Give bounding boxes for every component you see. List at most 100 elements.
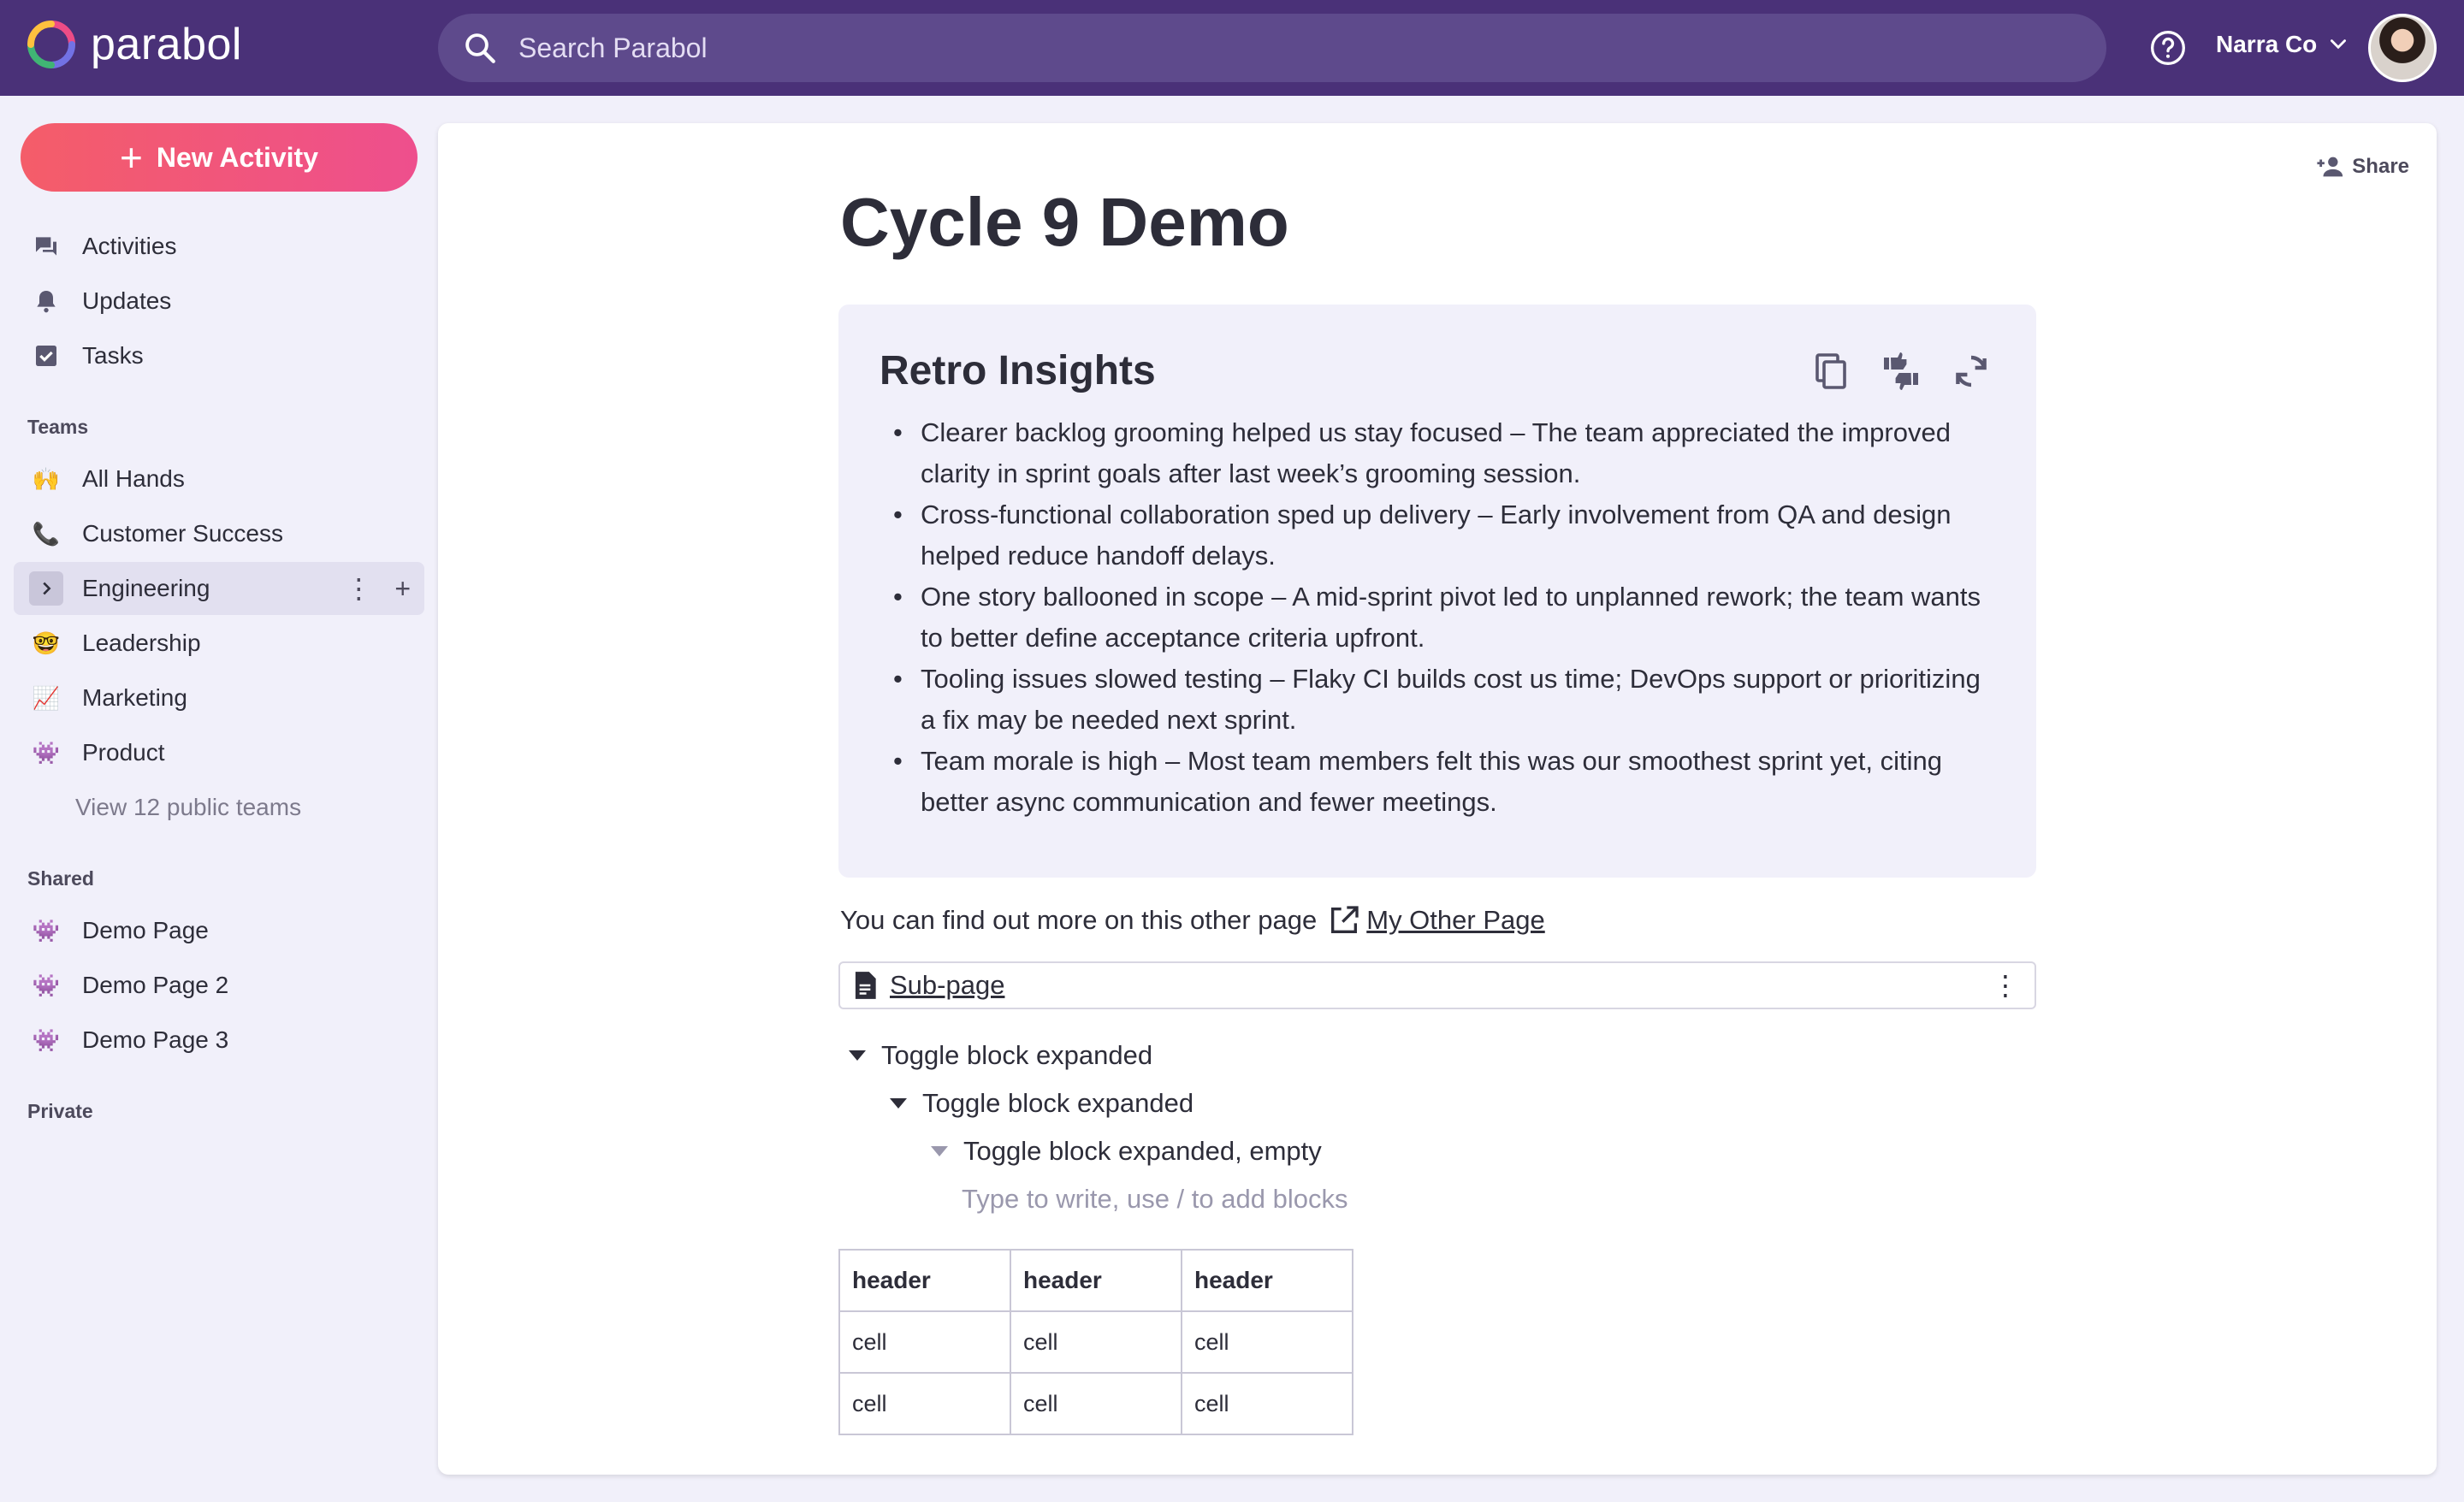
sidebar-item-updates[interactable]: Updates xyxy=(14,275,424,328)
retro-insights-block: Retro Insights Clearer backlog grooming … xyxy=(838,305,2036,878)
chart-increasing-icon: 📈 xyxy=(32,685,61,711)
subpage-block[interactable]: Sub-page ⋮ xyxy=(838,961,2036,1009)
sidebar-item-customer-success[interactable]: 📞 Customer Success xyxy=(14,507,424,560)
toggle-block[interactable]: Toggle block expanded xyxy=(890,1088,1194,1119)
brand-logo[interactable]: parabol xyxy=(26,19,242,70)
table-cell[interactable]: cell xyxy=(1181,1310,1353,1374)
sidebar-item-label: All Hands xyxy=(82,465,185,492)
list-item: Team morale is high – Most team members … xyxy=(893,741,1999,823)
sidebar-item-product[interactable]: 👾 Product xyxy=(14,726,424,779)
raised-hands-icon: 🙌 xyxy=(32,466,61,492)
toggle-block[interactable]: Toggle block expanded, empty xyxy=(931,1136,1322,1167)
new-activity-button[interactable]: + New Activity xyxy=(21,123,418,192)
add-icon[interactable]: + xyxy=(394,573,411,605)
new-activity-label: New Activity xyxy=(156,141,318,173)
private-section-label: Private xyxy=(27,1100,93,1122)
sidebar-item-leadership[interactable]: 🤓 Leadership xyxy=(14,617,424,670)
table-cell[interactable]: cell xyxy=(1010,1310,1182,1374)
document-icon xyxy=(855,972,876,999)
table-row: cell cell cell xyxy=(838,1310,1353,1374)
toggle-block[interactable]: Toggle block expanded xyxy=(849,1040,1152,1071)
search-bar[interactable] xyxy=(438,14,2106,82)
more-options-icon[interactable]: ⋮ xyxy=(345,572,372,605)
bell-icon xyxy=(37,291,56,313)
list-item: Cross-functional collaboration sped up d… xyxy=(893,494,1999,577)
table-header-cell[interactable]: header xyxy=(838,1249,1011,1312)
refresh-icon[interactable] xyxy=(1951,351,1992,392)
sidebar-item-demo-page[interactable]: 👾 Demo Page xyxy=(14,904,424,957)
block-placeholder[interactable]: Type to write, use / to add blocks xyxy=(962,1184,1348,1215)
copy-icon[interactable] xyxy=(1810,351,1851,392)
chevron-right-icon[interactable] xyxy=(29,571,63,606)
sidebar-item-label: Demo Page xyxy=(82,917,209,943)
user-avatar[interactable] xyxy=(2368,14,2437,82)
sidebar-item-label: Activities xyxy=(82,233,177,259)
page-title[interactable]: Cycle 9 Demo xyxy=(840,183,1289,262)
alien-monster-icon: 👾 xyxy=(32,1027,61,1053)
shared-section-label: Shared xyxy=(27,867,94,890)
checkbox-icon xyxy=(36,346,56,366)
sidebar-item-all-hands[interactable]: 🙌 All Hands xyxy=(14,452,424,506)
search-input[interactable] xyxy=(518,32,1973,64)
subpage-link[interactable]: Sub-page xyxy=(890,970,1004,1001)
external-link-icon[interactable] xyxy=(1327,903,1361,937)
more-options-icon[interactable]: ⋮ xyxy=(1992,969,2019,1002)
telephone-icon: 📞 xyxy=(32,521,61,547)
parabol-logo-icon xyxy=(27,21,75,68)
table-row: cell cell cell xyxy=(838,1372,1353,1435)
sidebar-item-label: Product xyxy=(82,739,165,766)
toggle-label: Toggle block expanded xyxy=(881,1040,1153,1070)
toggle-label: Toggle block expanded, empty xyxy=(963,1136,1322,1166)
caret-down-icon[interactable] xyxy=(849,1050,866,1061)
list-item: Tooling issues slowed testing – Flaky CI… xyxy=(893,659,1999,741)
nerd-face-icon: 🤓 xyxy=(32,630,61,656)
help-icon[interactable] xyxy=(2149,29,2187,67)
sidebar-item-label: Leadership xyxy=(82,630,201,656)
sidebar-item-label: Engineering xyxy=(82,575,210,601)
caret-down-icon[interactable] xyxy=(890,1098,907,1109)
sidebar-item-demo-page-2[interactable]: 👾 Demo Page 2 xyxy=(14,959,424,1012)
sidebar-item-label: Marketing xyxy=(82,684,187,711)
add-person-icon xyxy=(2317,157,2343,177)
table-cell[interactable]: cell xyxy=(1181,1372,1353,1435)
sidebar-item-label: Demo Page 2 xyxy=(82,972,229,998)
paragraph-block[interactable]: You can find out more on this other page… xyxy=(840,903,1545,937)
list-item: One story ballooned in scope – A mid-spr… xyxy=(893,577,1999,659)
caret-down-icon[interactable] xyxy=(931,1146,948,1156)
data-table: header header header cell cell cell cell… xyxy=(838,1249,1353,1435)
search-icon xyxy=(465,33,495,63)
list-item: Clearer backlog grooming helped us stay … xyxy=(893,412,1999,494)
brand-name: parabol xyxy=(91,20,242,69)
page-editor: Share Cycle 9 Demo Retro Insights Cleare… xyxy=(438,123,2437,1475)
alien-monster-icon: 👾 xyxy=(32,740,61,766)
insights-list: Clearer backlog grooming helped us stay … xyxy=(893,412,1999,823)
page-link[interactable]: My Other Page xyxy=(1366,905,1544,936)
sidebar-item-label: Updates xyxy=(82,287,172,314)
table-header-cell[interactable]: header xyxy=(1181,1249,1353,1312)
sidebar-item-label: Tasks xyxy=(82,342,144,369)
table-header-cell[interactable]: header xyxy=(1010,1249,1182,1312)
insights-title: Retro Insights xyxy=(880,348,1156,393)
toggle-label: Toggle block expanded xyxy=(922,1088,1194,1118)
sidebar-item-demo-page-3[interactable]: 👾 Demo Page 3 xyxy=(14,1014,424,1067)
thumbs-up-down-icon[interactable] xyxy=(1881,351,1922,392)
sidebar-item-label: Customer Success xyxy=(82,520,283,547)
chat-icon xyxy=(36,237,56,256)
table-cell[interactable]: cell xyxy=(838,1310,1011,1374)
view-public-teams-link[interactable]: View 12 public teams xyxy=(75,794,301,821)
sidebar-item-tasks[interactable]: Tasks xyxy=(14,329,424,382)
share-button[interactable]: Share xyxy=(2316,152,2409,181)
table-cell[interactable]: cell xyxy=(838,1372,1011,1435)
table-cell[interactable]: cell xyxy=(1010,1372,1182,1435)
org-name: Narra Co xyxy=(2216,31,2318,57)
sidebar-item-activities[interactable]: Activities xyxy=(14,220,424,273)
org-switcher[interactable]: Narra Co xyxy=(2216,31,2349,58)
chevron-down-icon xyxy=(2331,39,2347,50)
alien-monster-icon: 👾 xyxy=(32,918,61,943)
sidebar-item-engineering[interactable]: Engineering ⋮ + xyxy=(14,562,424,615)
plus-icon: + xyxy=(120,135,143,180)
paragraph-text: You can find out more on this other page xyxy=(840,905,1318,935)
share-label: Share xyxy=(2352,155,2409,178)
sidebar-item-label: Demo Page 3 xyxy=(82,1026,229,1053)
sidebar-item-marketing[interactable]: 📈 Marketing xyxy=(14,671,424,724)
